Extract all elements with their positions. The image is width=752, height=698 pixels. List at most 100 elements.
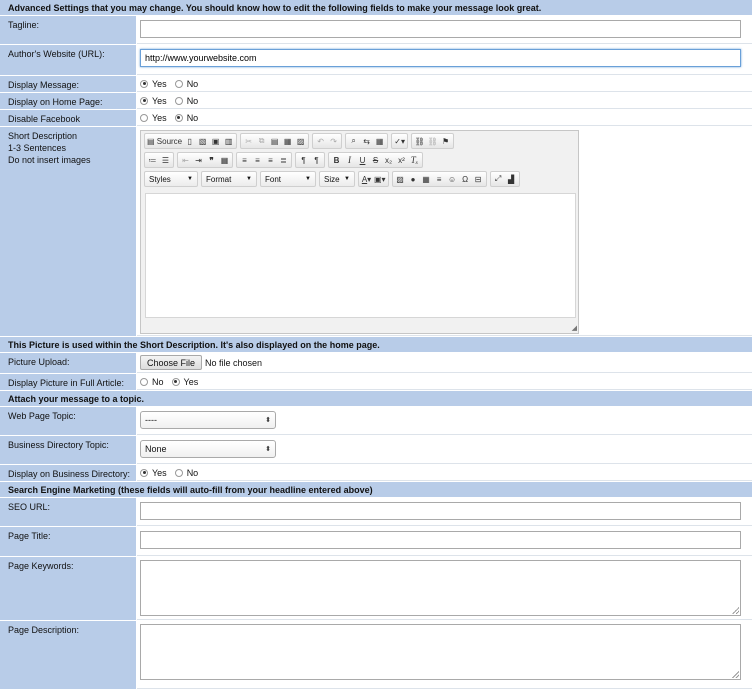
copy-icon[interactable]: ⧉	[255, 134, 268, 148]
paste-icon[interactable]: ▤	[268, 134, 281, 148]
picture-upload-label: Picture Upload:	[0, 353, 137, 373]
superscript-icon[interactable]: x²	[395, 153, 408, 167]
short-description-row: Short Description 1-3 Sentences Do not i…	[0, 127, 752, 337]
blockquote-icon[interactable]: ❞	[205, 153, 218, 167]
ltr-icon[interactable]: ¶	[297, 153, 310, 167]
remove-format-icon[interactable]: Tₓ	[408, 153, 421, 167]
image-icon[interactable]: ▨	[394, 172, 407, 186]
disable-facebook-no-radio[interactable]: No	[174, 113, 198, 123]
text-color-icon[interactable]: A ▾	[360, 172, 373, 186]
web-topic-select[interactable]: ---- ⬍	[140, 411, 276, 429]
website-label: Author's Website (URL):	[0, 45, 137, 75]
italic-icon[interactable]: I	[343, 153, 356, 167]
special-char-icon[interactable]: Ω	[459, 172, 472, 186]
editor-content-area[interactable]	[145, 193, 576, 318]
anchor-flag-icon[interactable]: ⚑	[439, 134, 452, 148]
chevron-down-icon: ▼	[187, 176, 193, 182]
new-page-button[interactable]: ▯	[183, 134, 196, 148]
resize-grip-icon[interactable]	[732, 671, 739, 678]
page-description-label: Page Description:	[0, 621, 137, 689]
align-center-icon[interactable]: ≡	[251, 153, 264, 167]
website-input[interactable]	[140, 49, 741, 67]
link-icon[interactable]: ⛓	[413, 134, 426, 148]
align-right-icon[interactable]: ≡	[264, 153, 277, 167]
disable-facebook-yes-radio[interactable]: Yes	[140, 113, 167, 123]
page-break-icon[interactable]: ⊟	[472, 172, 485, 186]
picture-full-yes-radio[interactable]: Yes	[171, 377, 198, 387]
business-topic-select[interactable]: None ⬍	[140, 440, 276, 458]
picture-upload-row: Picture Upload: Choose File No file chos…	[0, 353, 752, 374]
radio-selected-icon	[140, 79, 148, 88]
bulleted-list-icon[interactable]: ☰	[159, 153, 172, 167]
picture-full-no-radio[interactable]: No	[140, 377, 164, 387]
horizontal-rule-icon[interactable]: ≡	[433, 172, 446, 186]
tagline-input[interactable]	[140, 20, 741, 38]
radio-selected-icon	[171, 377, 180, 386]
print-button[interactable]: ▣	[209, 134, 222, 148]
display-home-no-radio[interactable]: No	[174, 96, 198, 106]
cut-icon[interactable]: ✂	[242, 134, 255, 148]
source-button[interactable]: ▤ Source	[146, 134, 183, 148]
flash-icon[interactable]: ●	[407, 172, 420, 186]
page-description-textarea[interactable]	[140, 624, 741, 680]
paste-word-icon[interactable]: ▨	[294, 134, 307, 148]
format-combo[interactable]: Format ▼	[201, 171, 257, 187]
business-topic-label: Business Directory Topic:	[0, 436, 137, 464]
radio-selected-icon	[140, 96, 148, 105]
display-message-yes-radio[interactable]: Yes	[140, 79, 167, 89]
resize-grip-icon[interactable]	[732, 607, 739, 614]
display-business-no-radio[interactable]: No	[174, 468, 198, 478]
templates-button[interactable]: ▥	[222, 134, 235, 148]
justify-icon[interactable]: ≣	[277, 153, 290, 167]
outdent-icon[interactable]: ⇤	[179, 153, 192, 167]
file-status: No file chosen	[205, 357, 263, 368]
bold-icon[interactable]: B	[330, 153, 343, 167]
numbered-list-icon[interactable]: ≔	[146, 153, 159, 167]
section-header-sem: Search Engine Marketing (these fields wi…	[0, 482, 752, 498]
section-header-advanced: Advanced Settings that you may change. Y…	[0, 0, 752, 16]
chevron-down-icon: ▼	[246, 176, 252, 182]
unlink-icon[interactable]: ⛓	[426, 134, 439, 148]
radio-unselected-icon	[174, 96, 183, 105]
preview-button[interactable]: ▧	[196, 134, 209, 148]
select-all-icon[interactable]: ▦	[373, 134, 386, 148]
choose-file-button[interactable]: Choose File	[140, 355, 203, 370]
radio-unselected-icon	[174, 79, 183, 88]
undo-icon[interactable]: ↶	[314, 134, 327, 148]
align-left-icon[interactable]: ≡	[238, 153, 251, 167]
smiley-icon[interactable]: ☺	[446, 172, 459, 186]
resize-grip-icon[interactable]: ◢	[572, 324, 577, 332]
display-message-no-radio[interactable]: No	[174, 79, 198, 89]
indent-icon[interactable]: ⇥	[192, 153, 205, 167]
redo-icon[interactable]: ↷	[327, 134, 340, 148]
seo-url-label: SEO URL:	[0, 498, 137, 526]
updown-arrow-icon: ⬍	[265, 446, 271, 453]
page-keywords-row: Page Keywords:	[0, 557, 752, 621]
display-home-yes-radio[interactable]: Yes	[140, 96, 167, 106]
display-home-row: Display on Home Page: Yes No	[0, 93, 752, 110]
replace-icon[interactable]: ⇆	[360, 134, 373, 148]
find-icon[interactable]: ⌕	[347, 134, 360, 148]
maximize-icon[interactable]: ⤢	[492, 172, 505, 186]
rtl-icon[interactable]: ¶	[310, 153, 323, 167]
section-header-picture: This Picture is used within the Short De…	[0, 337, 752, 353]
div-container-icon[interactable]: ▦	[218, 153, 231, 167]
size-combo[interactable]: Size ▼	[319, 171, 355, 187]
spellcheck-icon[interactable]: ✓▾	[393, 134, 406, 148]
short-description-label: Short Description 1-3 Sentences Do not i…	[0, 127, 137, 336]
font-combo[interactable]: Font ▼	[260, 171, 316, 187]
table-icon[interactable]: ▦	[420, 172, 433, 186]
display-business-yes-radio[interactable]: Yes	[140, 468, 167, 478]
bg-color-icon[interactable]: ▣▾	[373, 172, 387, 186]
styles-combo[interactable]: Styles ▼	[144, 171, 198, 187]
page-title-input[interactable]	[140, 531, 741, 549]
chevron-down-icon: ▼	[305, 176, 311, 182]
subscript-icon[interactable]: x₂	[382, 153, 395, 167]
page-keywords-textarea[interactable]	[140, 560, 741, 616]
seo-url-input[interactable]	[140, 502, 741, 520]
strike-icon[interactable]: S	[369, 153, 382, 167]
underline-icon[interactable]: U	[356, 153, 369, 167]
paste-text-icon[interactable]: ▦	[281, 134, 294, 148]
show-blocks-icon[interactable]: ▟	[505, 172, 518, 186]
seo-url-row: SEO URL:	[0, 498, 752, 527]
